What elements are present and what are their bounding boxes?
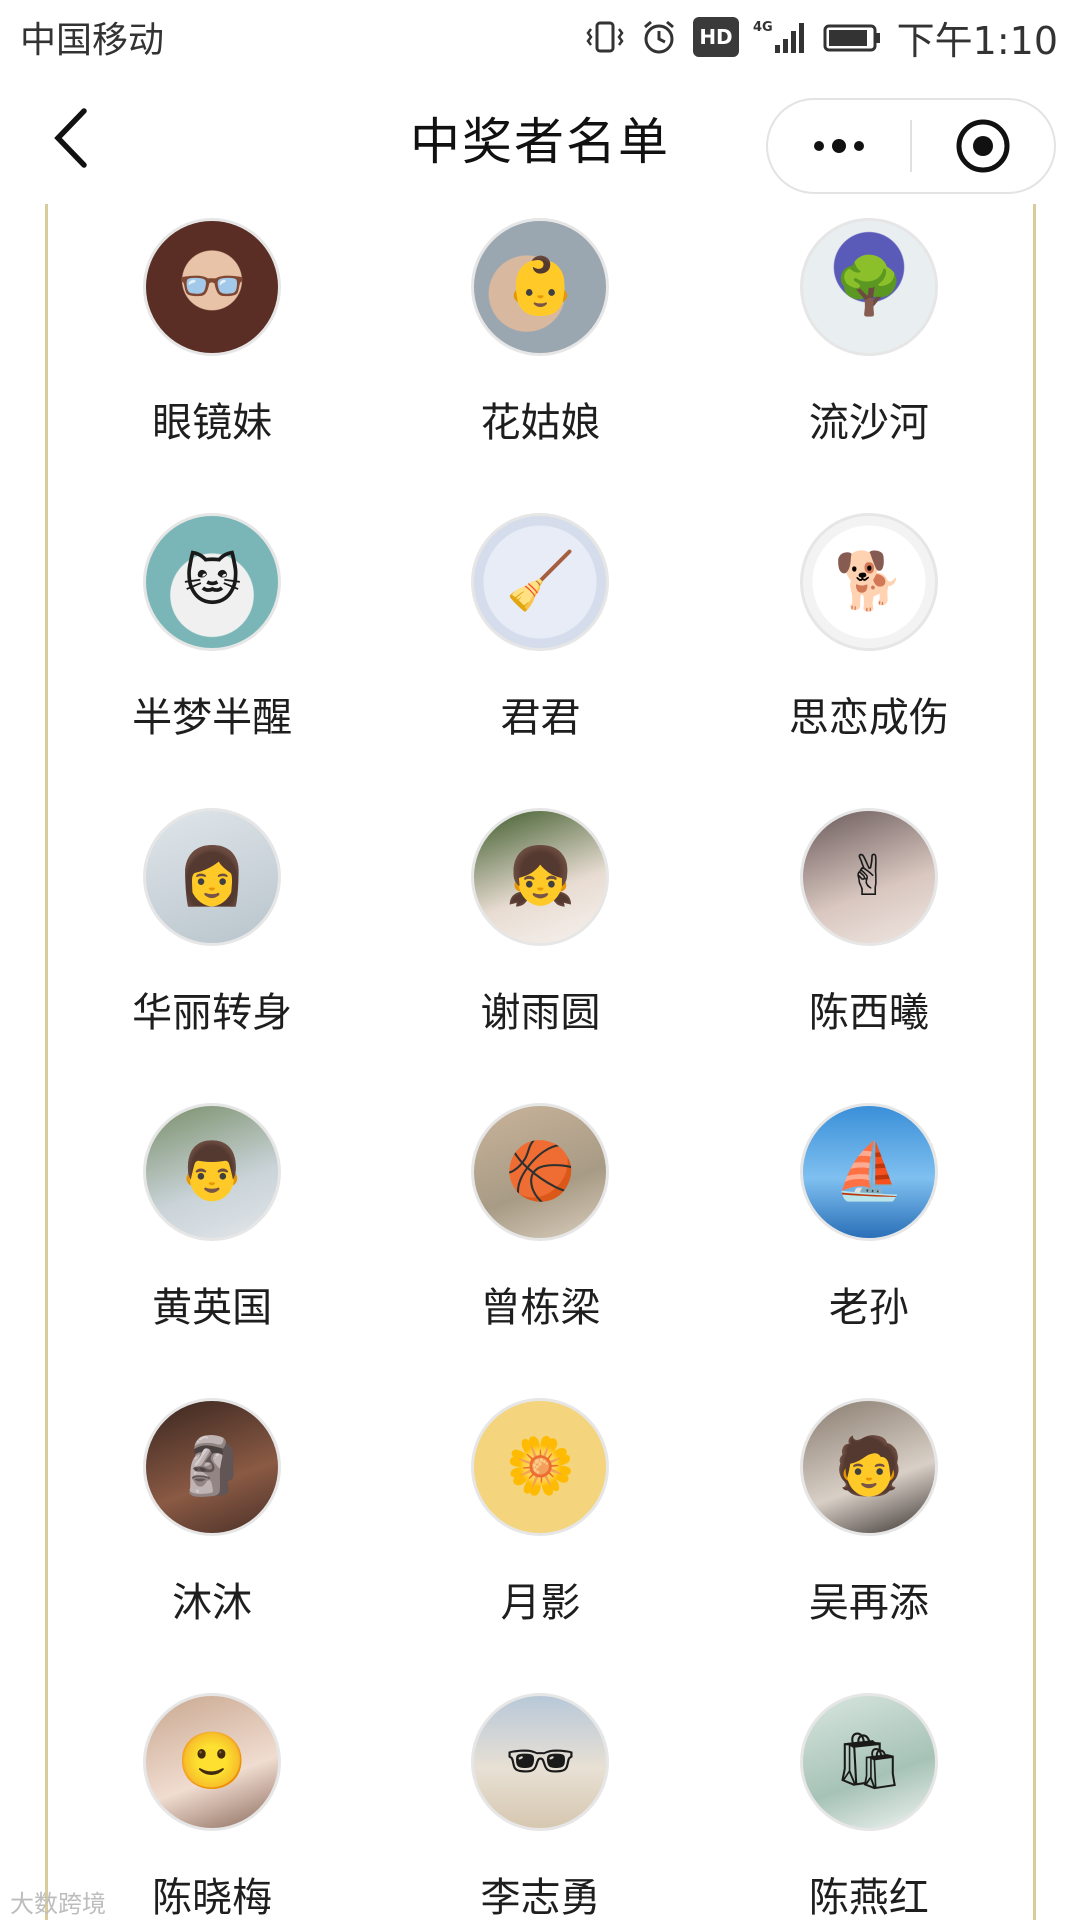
young-man-avatar: 🧑 bbox=[799, 1398, 938, 1536]
girl-portrait-avatar: 👧 bbox=[471, 808, 610, 946]
sailboat-avatar: ⛵ bbox=[799, 1103, 938, 1241]
avatar-image: ✌ bbox=[845, 844, 893, 909]
figurine-avatar: 🗿 bbox=[143, 1398, 282, 1536]
title-bar: 中奖者名单 bbox=[0, 74, 1080, 204]
winner-card[interactable]: 👶 花姑娘 bbox=[376, 204, 704, 499]
battery-icon bbox=[823, 17, 883, 57]
man-sunglasses-avatar: 🕶 bbox=[471, 1693, 610, 1831]
avatar-image: 👶 bbox=[505, 254, 576, 319]
winner-card[interactable]: 👧 谢雨圆 bbox=[376, 794, 704, 1089]
winner-card[interactable]: 🌳 流沙河 bbox=[705, 204, 1033, 499]
winner-name: 曾栋梁 bbox=[480, 1285, 601, 1331]
child-photo-avatar: 👶 bbox=[471, 218, 610, 356]
avatar-image: 🐕 bbox=[833, 549, 904, 614]
winner-card[interactable]: 🗿 沐沐 bbox=[48, 1384, 376, 1679]
avatar-image: 🕶 bbox=[504, 1729, 577, 1794]
watermark: 大数跨境 bbox=[10, 1890, 106, 1918]
frame-border-right bbox=[1033, 204, 1036, 1920]
winner-card[interactable]: 🧑 吴再添 bbox=[705, 1384, 1033, 1679]
winner-card[interactable]: 🕶 李志勇 bbox=[376, 1679, 704, 1920]
winner-name: 花姑娘 bbox=[480, 400, 601, 446]
avatar-image: 🏀 bbox=[505, 1139, 576, 1204]
svg-text:4G: 4G bbox=[753, 20, 773, 35]
avatar-image: 🛍 bbox=[833, 1729, 905, 1794]
winner-card[interactable]: 👨 黄英国 bbox=[48, 1089, 376, 1384]
vibrate-icon bbox=[585, 17, 625, 57]
miniprogram-capsule bbox=[766, 98, 1056, 194]
avatar-image: 🗿 bbox=[177, 1434, 248, 1499]
yellow-flower-avatar: 🌼 bbox=[471, 1398, 610, 1536]
winner-name: 李志勇 bbox=[480, 1875, 601, 1920]
winner-name: 老孙 bbox=[828, 1285, 909, 1331]
winner-card[interactable]: 🐕 思恋成伤 bbox=[705, 499, 1033, 794]
cat-with-cap-avatar: 🐱 bbox=[143, 513, 282, 651]
winner-name: 思恋成伤 bbox=[788, 695, 949, 741]
winner-card[interactable]: 🧹 君君 bbox=[376, 499, 704, 794]
winner-card[interactable]: 🌼 月影 bbox=[376, 1384, 704, 1679]
girl-closeup-avatar: 🙂 bbox=[143, 1693, 282, 1831]
avatar-image: 👨 bbox=[177, 1139, 248, 1204]
winner-card[interactable]: 🛍 陈燕红 bbox=[705, 1679, 1033, 1920]
winner-name: 黄英国 bbox=[152, 1285, 273, 1331]
app-screen: 中国移动 HD 4G 下午1:10 中奖者名单 👓 眼镜妹 👶 花姑娘 🌳 流沙… bbox=[0, 0, 1080, 1920]
winner-name: 陈晓梅 bbox=[152, 1875, 273, 1920]
cartoon-dog-avatar: 🐕 bbox=[799, 513, 938, 651]
winner-name: 陈燕红 bbox=[808, 1875, 929, 1920]
avatar-image: 🧑 bbox=[833, 1434, 904, 1499]
winner-name: 半梦半醒 bbox=[132, 695, 293, 741]
boy-with-basketball-avatar: 🏀 bbox=[471, 1103, 610, 1241]
carrier-label: 中国移动 bbox=[20, 20, 165, 61]
avatar-image: 👧 bbox=[505, 844, 576, 909]
girl-with-glasses-avatar: 👓 bbox=[143, 218, 282, 356]
clock-time: 下午1:10 bbox=[896, 18, 1058, 63]
nurse-photo-avatar: 👩 bbox=[143, 808, 282, 946]
status-icons: HD 4G 下午1:10 bbox=[585, 10, 1058, 65]
alarm-icon bbox=[639, 17, 679, 57]
close-miniprogram-button[interactable] bbox=[912, 98, 1054, 194]
avatar-image: 🌳 bbox=[833, 254, 904, 319]
avatar-image: 🐱 bbox=[182, 549, 242, 614]
winner-name: 吴再添 bbox=[808, 1580, 929, 1626]
witch-on-broom-avatar: 🧹 bbox=[471, 513, 610, 651]
winner-name: 君君 bbox=[500, 695, 581, 741]
more-dots-icon bbox=[814, 139, 864, 153]
target-circle-icon bbox=[956, 119, 1010, 173]
woman-shopping-avatar: 🛍 bbox=[799, 1693, 938, 1831]
winner-name: 月影 bbox=[500, 1580, 581, 1626]
winner-grid: 👓 眼镜妹 👶 花姑娘 🌳 流沙河 🐱 半梦半醒 🧹 君君 🐕 思恋成伤 👩 华丽转身 👧 谢雨圆 ✌ 陈西曦 👨 黄… bbox=[48, 204, 1033, 1920]
winner-card[interactable]: 👩 华丽转身 bbox=[48, 794, 376, 1089]
signal-icon: 4G bbox=[753, 17, 809, 57]
avatar-image: 👓 bbox=[177, 254, 248, 319]
more-button[interactable] bbox=[768, 98, 910, 194]
winner-name: 眼镜妹 bbox=[152, 400, 273, 446]
winner-card[interactable]: 👓 眼镜妹 bbox=[48, 204, 376, 499]
girl-selfie-avatar: ✌ bbox=[799, 808, 938, 946]
winner-name: 流沙河 bbox=[808, 400, 929, 446]
avatar-image: 🌼 bbox=[505, 1434, 576, 1499]
avatar-image: 🙂 bbox=[177, 1729, 248, 1794]
avatar-image: 🧹 bbox=[505, 549, 576, 614]
status-bar: 中国移动 HD 4G 下午1:10 bbox=[0, 0, 1080, 74]
hd-icon: HD bbox=[693, 17, 739, 57]
winner-card[interactable]: ✌ 陈西曦 bbox=[705, 794, 1033, 1089]
winner-card[interactable]: 🏀 曾栋梁 bbox=[376, 1089, 704, 1384]
purple-tree-avatar: 🌳 bbox=[799, 218, 938, 356]
winner-name: 华丽转身 bbox=[132, 990, 293, 1036]
avatar-image: ⛵ bbox=[833, 1139, 904, 1204]
winner-name: 谢雨圆 bbox=[480, 990, 601, 1036]
man-white-shirt-avatar: 👨 bbox=[143, 1103, 282, 1241]
winner-name: 沐沐 bbox=[172, 1580, 253, 1626]
avatar-image: 👩 bbox=[177, 844, 248, 909]
winner-name: 陈西曦 bbox=[808, 990, 929, 1036]
winner-card[interactable]: 🐱 半梦半醒 bbox=[48, 499, 376, 794]
winner-card[interactable]: ⛵ 老孙 bbox=[705, 1089, 1033, 1384]
